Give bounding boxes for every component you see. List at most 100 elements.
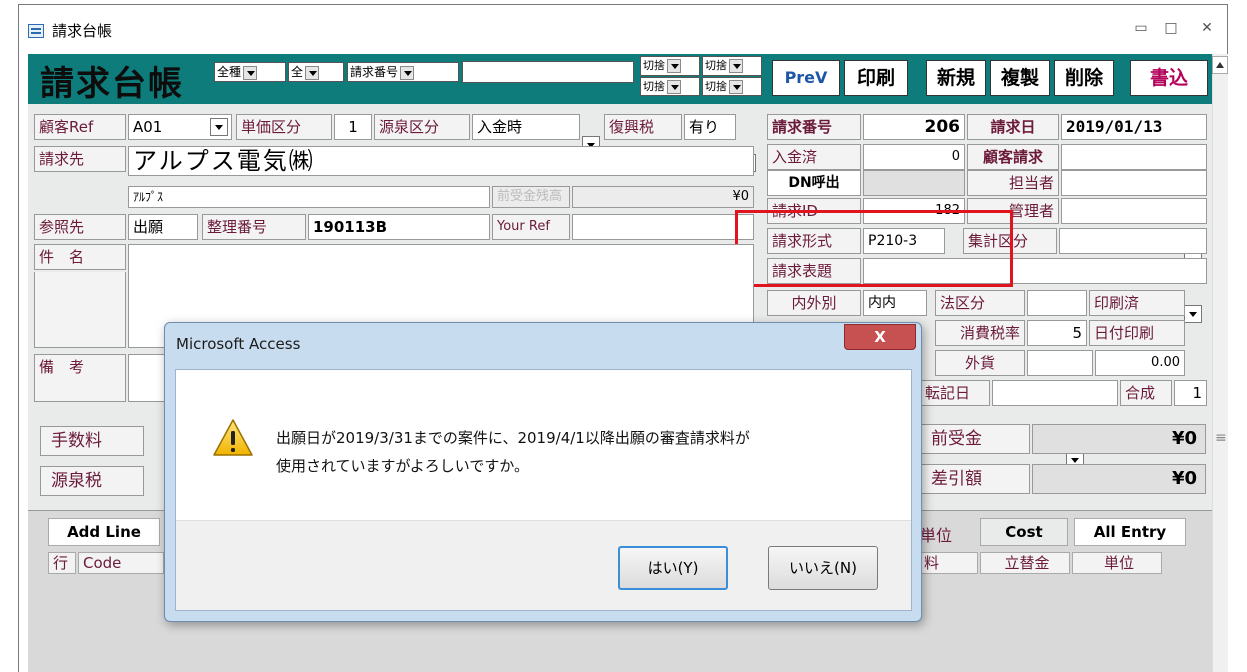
- reference-combo[interactable]: 出願: [128, 214, 198, 240]
- withholding-class-value: 入金時: [477, 118, 523, 136]
- printed-label: 印刷済: [1089, 290, 1185, 316]
- unit-tab[interactable]: 単位: [920, 522, 952, 546]
- write-button[interactable]: 書込: [1130, 60, 1208, 96]
- filter-type-value: 全種: [217, 65, 242, 79]
- withholding-tax-label: 源泉税: [40, 466, 144, 496]
- search-field-value: 請求番号: [350, 65, 399, 79]
- maximize-button[interactable]: □: [1158, 16, 1184, 40]
- currency-amount-field[interactable]: 0.00: [1095, 350, 1185, 376]
- rounding-label: 切捨: [643, 59, 665, 72]
- paid-label-text: 入金済: [772, 148, 818, 166]
- currency-combo[interactable]: [1027, 350, 1093, 376]
- reconstruction-tax-combo[interactable]: 有り: [684, 114, 736, 140]
- vertical-scrollbar[interactable]: [1212, 54, 1228, 672]
- rounding-label: 切捨: [705, 59, 727, 72]
- ref-number-label: 整理番号: [202, 214, 306, 240]
- ref-number-field[interactable]: 190113B: [308, 214, 490, 240]
- legal-class-label: 法区分: [935, 290, 1025, 316]
- billing-to-label: 請求先: [34, 146, 126, 172]
- search-input[interactable]: [462, 61, 634, 83]
- paid-amount-field[interactable]: 0: [863, 144, 965, 170]
- tax-rate-field[interactable]: 5: [1027, 320, 1087, 346]
- domestic-value: 内内: [868, 295, 896, 311]
- invoice-no-field[interactable]: 206: [863, 114, 965, 140]
- all-entry-tab[interactable]: All Entry: [1074, 518, 1186, 546]
- chevron-down-icon[interactable]: [243, 65, 258, 80]
- advance-amount: ¥0: [1032, 424, 1206, 454]
- invoice-date-label: 請求日: [967, 114, 1059, 140]
- form-icon: [28, 24, 44, 38]
- form-title: 請求台帳: [40, 64, 184, 104]
- filter-all-combo[interactable]: 全: [288, 62, 344, 82]
- withholding-class-combo[interactable]: 入金時: [472, 114, 580, 140]
- reconstruction-tax-value: 有り: [689, 118, 720, 136]
- customer-billing-field[interactable]: [1061, 144, 1207, 170]
- balance-label: 差引額: [920, 464, 1030, 494]
- withholding-class-label: 源泉区分: [374, 114, 470, 140]
- chevron-down-icon[interactable]: [400, 65, 415, 80]
- advance-balance-label: 前受金残高: [492, 186, 570, 208]
- transfer-date-label: 転記日: [920, 380, 990, 406]
- rounding-toggle-4[interactable]: 切捨: [702, 77, 762, 96]
- date-print-label: 日付印刷: [1089, 320, 1185, 346]
- billing-to-field[interactable]: アルプス電気㈱: [128, 146, 754, 176]
- domestic-combo[interactable]: 内内: [863, 290, 927, 316]
- dialog-message-line2: 使用されていますがよろしいですか。: [276, 457, 530, 475]
- filter-type-combo[interactable]: 全種: [214, 62, 286, 82]
- column-advance: 立替金: [980, 552, 1070, 574]
- search-field-combo[interactable]: 請求番号: [347, 62, 459, 82]
- staff-combo[interactable]: [1061, 170, 1207, 196]
- delete-button[interactable]: 削除: [1054, 60, 1114, 96]
- dialog-close-button[interactable]: X: [844, 324, 916, 350]
- staff-label: 担当者: [967, 170, 1059, 196]
- advance-label: 前受金: [920, 424, 1030, 454]
- subject-label: 件 名: [34, 244, 126, 270]
- advance-balance-field: ¥0: [572, 186, 754, 208]
- filter-all-value: 全: [291, 65, 304, 79]
- balance-amount: ¥0: [1032, 464, 1206, 494]
- billing-to-kana-field[interactable]: ｱﾙﾌﾟｽ: [128, 186, 490, 208]
- chevron-down-icon[interactable]: [667, 59, 681, 73]
- dn-call-button[interactable]: DN呼出: [767, 170, 861, 196]
- copy-button[interactable]: 複製: [990, 60, 1050, 96]
- rounding-toggle-3[interactable]: 切捨: [640, 77, 700, 96]
- yes-button[interactable]: はい(Y): [618, 546, 728, 590]
- minimize-button[interactable]: ▭: [1128, 16, 1154, 40]
- chevron-down-icon[interactable]: [1184, 305, 1202, 323]
- grip-icon[interactable]: ≡: [1215, 430, 1227, 446]
- price-class-field[interactable]: 1: [334, 114, 372, 140]
- reference-value: 出願: [133, 218, 164, 236]
- synth-label: 合成: [1120, 380, 1172, 406]
- column-unit: 単位: [1072, 552, 1162, 574]
- cost-tab[interactable]: Cost: [980, 518, 1068, 546]
- legal-class-combo[interactable]: [1027, 290, 1087, 316]
- new-button[interactable]: 新規: [926, 60, 986, 96]
- remarks-label: 備 考: [34, 354, 126, 402]
- dialog-message-line1: 出願日が2019/3/31までの案件に、2019/4/1以降出願の審査請求料が: [276, 429, 750, 447]
- rounding-toggle-1[interactable]: 切捨: [640, 56, 700, 76]
- subject-label-filler: [34, 272, 126, 348]
- close-button[interactable]: ✕: [1194, 16, 1220, 40]
- your-ref-field[interactable]: [572, 214, 754, 240]
- column-code: Code: [78, 552, 164, 574]
- warning-icon: [212, 418, 254, 462]
- synth-field[interactable]: 1: [1174, 380, 1207, 406]
- customer-billing-label: 顧客請求: [967, 144, 1059, 170]
- scroll-up-arrow-icon[interactable]: [1212, 56, 1228, 74]
- add-line-button[interactable]: Add Line: [48, 518, 160, 546]
- chevron-down-icon[interactable]: [305, 65, 320, 80]
- manager-combo[interactable]: [1061, 198, 1207, 224]
- chevron-down-icon[interactable]: [729, 59, 743, 73]
- chevron-down-icon[interactable]: [210, 118, 228, 136]
- chevron-down-icon[interactable]: [729, 80, 743, 94]
- dn-field: [863, 170, 965, 196]
- prev-button[interactable]: PreV: [772, 60, 840, 96]
- highlight-box: [735, 210, 1013, 287]
- invoice-date-field[interactable]: 2019/01/13: [1061, 114, 1207, 140]
- chevron-down-icon[interactable]: [667, 80, 681, 94]
- print-button[interactable]: 印刷: [844, 60, 908, 96]
- rounding-toggle-2[interactable]: 切捨: [702, 56, 762, 76]
- aggregate-class-field[interactable]: [1059, 228, 1207, 254]
- no-button[interactable]: いいえ(N): [768, 546, 878, 590]
- transfer-date-field[interactable]: [992, 380, 1118, 406]
